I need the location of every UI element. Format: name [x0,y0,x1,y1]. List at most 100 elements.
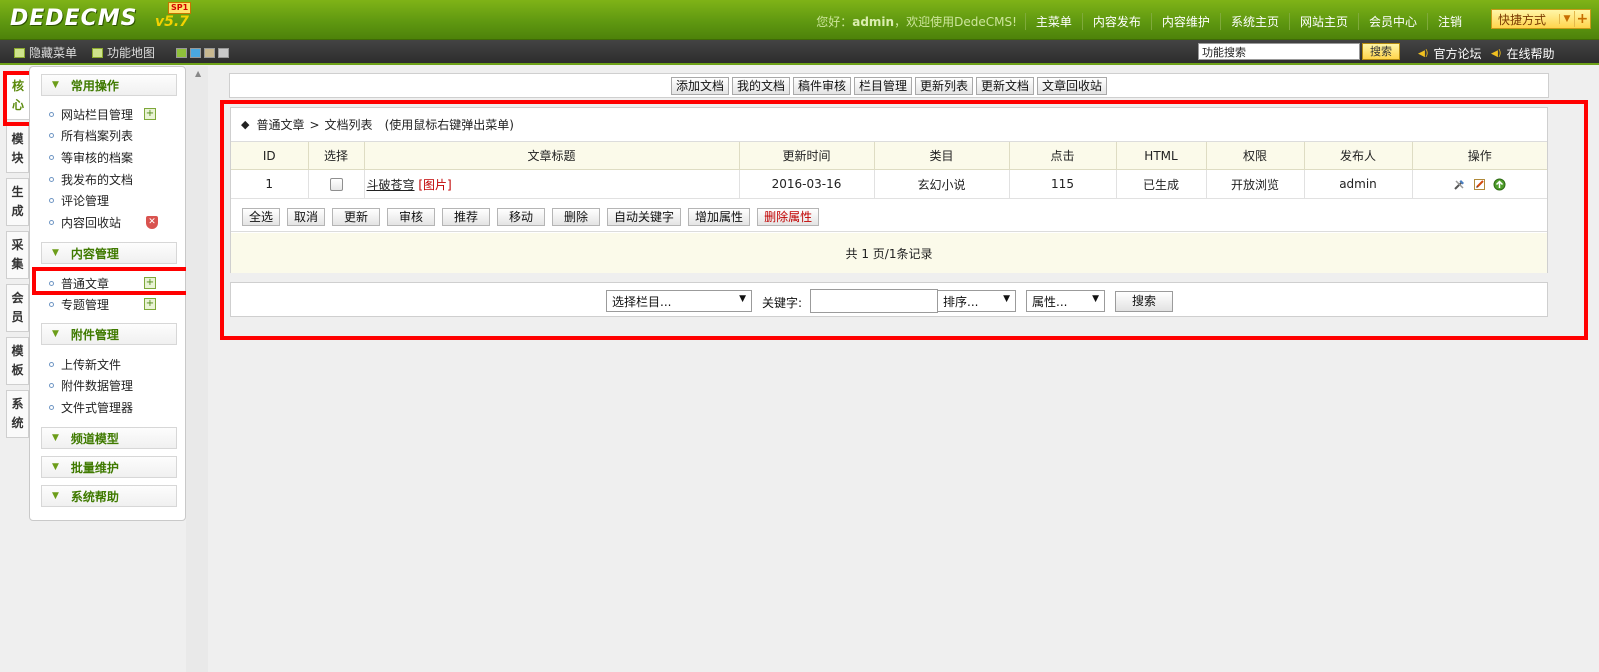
search-button[interactable]: 搜索 [1115,291,1173,312]
nav-site-home[interactable]: 网站主页 [1288,12,1358,30]
menu-group-common[interactable]: ▼ 常用操作 [41,74,177,96]
col-header-permission: 权限 [1205,142,1305,170]
menu-item-site-columns[interactable]: 网站栏目管理 [49,105,133,123]
tab-core[interactable]: 核心 [6,72,29,120]
bullet-icon [49,361,54,367]
attribute-select[interactable]: 属性... ▼ [1026,290,1105,312]
left-menu-panel: ▼ 常用操作 网站栏目管理 + 所有档案列表 等审核的档案 我发布的文档 评论管… [29,66,186,521]
preview-globe-icon[interactable] [1493,178,1506,191]
tools-icon[interactable] [1453,178,1466,191]
menu-item-normal-article[interactable]: 普通文章 [49,274,109,292]
official-forum-label: 官方论坛 [1433,47,1482,61]
theme-swatch-blue[interactable] [190,48,201,58]
my-documents-button[interactable]: 我的文档 [731,76,790,95]
update-button[interactable]: 更新 [332,207,381,226]
update-list-button[interactable]: 更新列表 [915,76,974,95]
official-forum-link[interactable]: ◀) 官方论坛 [1418,45,1481,62]
col-header-select: 选择 [307,142,365,170]
tab-templates[interactable]: 模板 [6,337,29,385]
scroll-up-icon[interactable]: ▲ [195,69,201,78]
nav-main-menu[interactable]: 主菜单 [1024,12,1082,30]
panel-icon [14,47,25,58]
cancel-selection-button[interactable]: 取消 [287,207,326,226]
column-management-button[interactable]: 栏目管理 [853,76,912,95]
review-submissions-button[interactable]: 稿件审核 [792,76,851,95]
menu-group-attachments[interactable]: ▼ 附件管理 [41,323,177,345]
edit-icon[interactable] [1473,178,1486,191]
function-search-button[interactable]: 搜索 [1362,43,1400,60]
review-button[interactable]: 审核 [387,207,436,226]
dedecms-logo[interactable]: DEDECMS v5.7 SP1 [10,2,192,34]
top-header: DEDECMS v5.7 SP1 您好：admin，欢迎使用DedeCMS! 主… [0,0,1599,40]
nav-member-center[interactable]: 会员中心 [1357,12,1427,30]
cell-updated: 2016-03-16 [738,169,875,199]
menu-group-content[interactable]: ▼ 内容管理 [41,242,177,264]
menu-item-attachment-data[interactable]: 附件数据管理 [49,376,133,394]
tab-system[interactable]: 系统 [6,390,29,438]
bullet-icon [49,176,54,182]
tab-members[interactable]: 会员 [6,284,29,332]
add-shortcut-icon[interactable]: + [1573,11,1590,27]
tab-collect[interactable]: 采集 [6,231,29,279]
add-column-icon[interactable]: + [144,108,156,120]
menu-group-batch[interactable]: ▼ 批量维护 [41,456,177,478]
nav-content-publish[interactable]: 内容发布 [1081,12,1151,30]
chevron-down-icon: ▼ [52,433,59,443]
article-recycle-bin-button[interactable]: 文章回收站 [1037,76,1108,95]
column-select[interactable]: 选择栏目... ▼ [606,290,752,312]
theme-swatch-green[interactable] [176,48,187,58]
nav-logout[interactable]: 注销 [1426,12,1472,30]
remove-attribute-button[interactable]: 删除属性 [757,207,820,226]
update-documents-button[interactable]: 更新文档 [976,76,1035,95]
add-topic-icon[interactable]: + [144,298,156,310]
menu-item-recycle-bin[interactable]: 内容回收站 [49,213,121,231]
cell-category[interactable]: 玄幻小说 [873,169,1010,199]
delete-button[interactable]: 删除 [552,207,601,226]
breadcrumb-normal-article[interactable]: 普通文章 [256,116,304,133]
theme-swatches [176,48,229,58]
recommend-button[interactable]: 推荐 [442,207,491,226]
menu-item-my-documents[interactable]: 我发布的文档 [49,170,133,188]
bullet-icon [49,301,54,307]
cell-actions [1411,169,1547,199]
theme-swatch-gray[interactable] [218,48,229,58]
quick-access-label: 快捷方式 [1498,12,1547,27]
move-button[interactable]: 移动 [497,207,546,226]
function-search-input[interactable] [1198,43,1360,60]
tab-generate[interactable]: 生成 [6,178,29,226]
menu-item-upload-file[interactable]: 上传新文件 [49,355,121,373]
menu-scrollbar[interactable] [186,66,208,672]
top-nav: 您好：admin，欢迎使用DedeCMS! 主菜单 内容发布 内容维护 系统主页… [816,12,1472,30]
function-map-button[interactable]: 功能地图 [92,44,155,61]
menu-group-help[interactable]: ▼ 系统帮助 [41,485,177,507]
add-attribute-button[interactable]: 增加属性 [688,207,751,226]
menu-group-channel-model[interactable]: ▼ 频道模型 [41,427,177,449]
menu-item-all-archives[interactable]: 所有档案列表 [49,126,133,144]
chevron-down-icon[interactable]: ▼ [1559,14,1573,24]
auto-keywords-button[interactable]: 自动关键字 [607,207,682,226]
quick-access-dropdown[interactable]: 快捷方式 ▼ + [1491,9,1591,29]
nav-system-home[interactable]: 系统主页 [1219,12,1289,30]
order-select[interactable]: 排序... ▼ [937,290,1016,312]
col-header-actions: 操作 [1411,142,1547,170]
tab-modules[interactable]: 模块 [6,125,29,173]
hide-menu-button[interactable]: 隐藏菜单 [14,44,77,61]
add-document-button[interactable]: 添加文档 [670,76,729,95]
menu-item-comments[interactable]: 评论管理 [49,191,109,209]
welcome-text: 您好：admin，欢迎使用DedeCMS! [816,14,1017,29]
shield-icon[interactable]: ✕ [146,216,158,229]
nav-content-maintain[interactable]: 内容维护 [1150,12,1220,30]
row-checkbox[interactable] [329,178,343,191]
menu-item-topics[interactable]: 专题管理 [49,295,109,313]
pagination-info: 共 1 页/1条记录 [231,233,1547,273]
select-all-button[interactable]: 全选 [242,207,281,226]
keyword-input[interactable] [810,289,938,313]
theme-swatch-tan[interactable] [204,48,215,58]
menu-item-file-manager[interactable]: 文件式管理器 [49,398,133,416]
online-help-link[interactable]: ◀) 在线帮助 [1491,45,1554,62]
left-vertical-tabs: 核心 模块 生成 采集 会员 模板 系统 [6,72,29,443]
menu-item-pending-archives[interactable]: 等审核的档案 [49,148,133,166]
add-article-icon[interactable]: + [144,277,156,289]
article-title-link[interactable]: 斗破苍穹 [367,178,415,192]
col-header-updated: 更新时间 [738,142,875,170]
